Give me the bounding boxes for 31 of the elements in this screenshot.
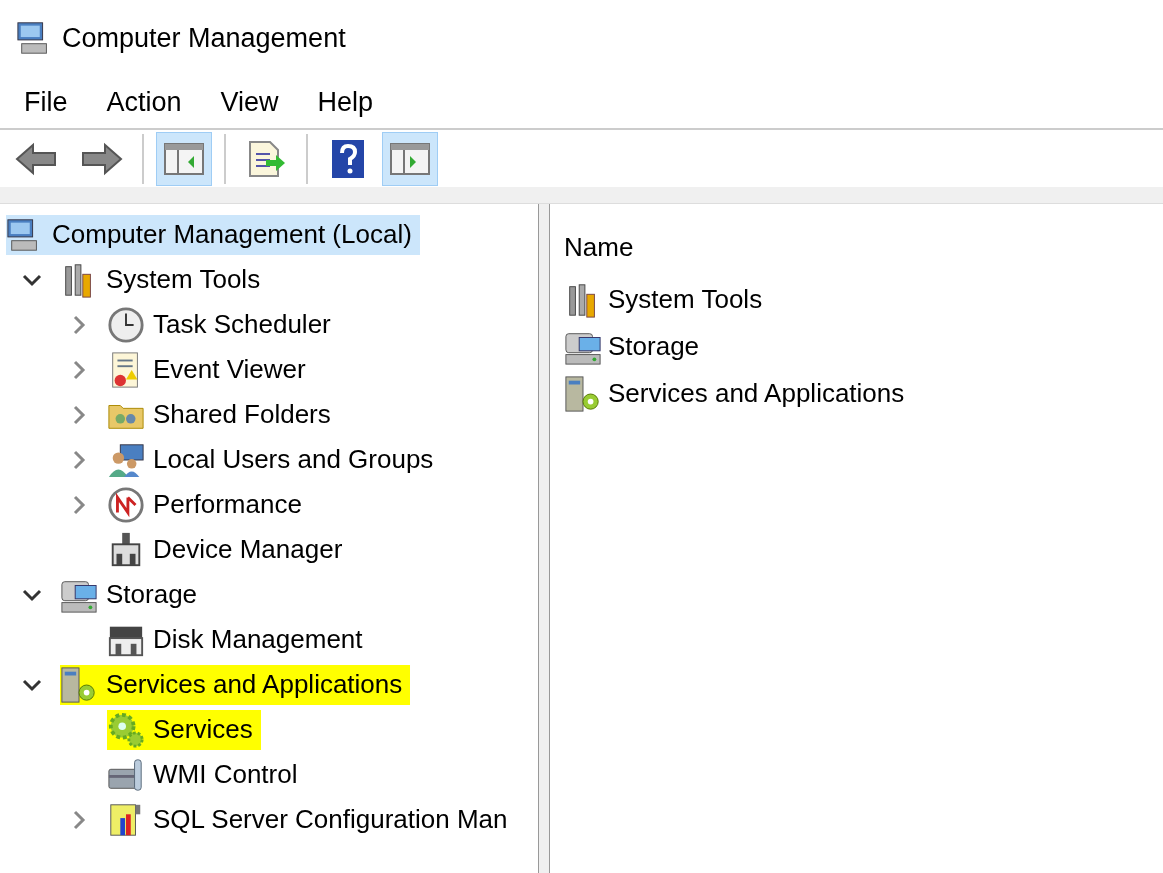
tree-item[interactable]: Storage: [60, 574, 206, 615]
column-header[interactable]: Name: [564, 224, 634, 270]
list-item[interactable]: Services and Applications: [564, 370, 905, 417]
menu-item[interactable]: View: [220, 86, 279, 118]
tree-item[interactable]: Shared Folders: [107, 394, 339, 435]
tree-item[interactable]: SQL Server Configuration Man: [107, 799, 516, 840]
list-item[interactable]: System Tools: [564, 276, 763, 323]
menu-item[interactable]: Help: [317, 86, 374, 118]
show-hide-action-pane-button[interactable]: [382, 131, 438, 186]
gears-icon: [107, 710, 145, 749]
menu-item[interactable]: File: [24, 86, 68, 118]
server-gear-icon: [564, 374, 602, 413]
clock-icon: [107, 305, 145, 344]
gauge-icon: [107, 485, 145, 524]
pane-splitter[interactable]: [539, 204, 550, 873]
show-hide-tree-button[interactable]: [156, 131, 212, 186]
window-title: Computer Management: [62, 22, 346, 54]
tree-item[interactable]: Event Viewer: [107, 349, 314, 390]
tree-item[interactable]: Disk Management: [107, 619, 371, 660]
tree-item[interactable]: Computer Management (Local): [6, 214, 420, 255]
tree-item[interactable]: WMI Control: [107, 754, 306, 795]
tree-item[interactable]: Local Users and Groups: [107, 439, 442, 480]
tree-item[interactable]: Task Scheduler: [107, 304, 339, 345]
server-gear-icon: [60, 665, 98, 704]
tree-item[interactable]: Performance: [107, 484, 310, 525]
tree-item[interactable]: Services and Applications: [60, 664, 411, 705]
tree-item[interactable]: Device Manager: [107, 529, 351, 570]
tree-item[interactable]: System Tools: [60, 259, 269, 300]
menu-item[interactable]: Action: [106, 86, 182, 118]
tree-item[interactable]: Services: [107, 709, 261, 750]
list-item[interactable]: Storage: [564, 323, 700, 370]
